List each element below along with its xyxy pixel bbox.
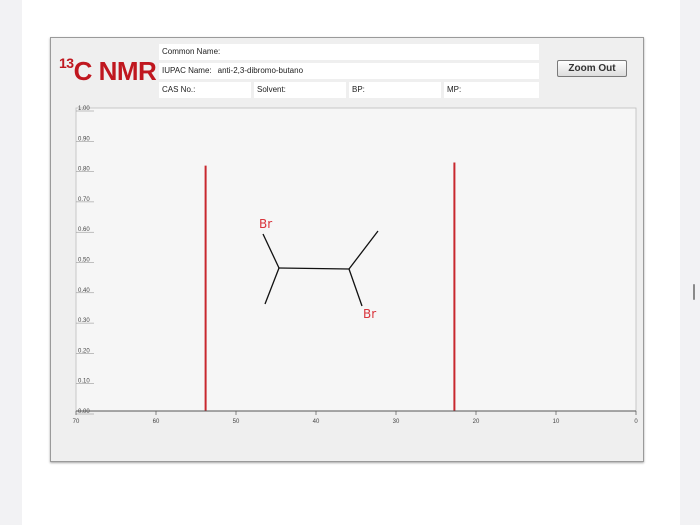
y-tick-label: 0.90 bbox=[78, 136, 90, 142]
y-tick-label: 1.00 bbox=[78, 106, 90, 112]
y-tick-label: 0.80 bbox=[78, 167, 90, 173]
y-tick-label: 0.30 bbox=[78, 318, 90, 324]
x-tick-label: 60 bbox=[153, 419, 160, 425]
x-tick-label: 10 bbox=[553, 419, 560, 425]
bromine-label-top: Br bbox=[259, 217, 272, 231]
y-tick-label: 0.60 bbox=[78, 227, 90, 233]
nmr-panel: 13C NMR Common Name: IUPAC Name: anti-2,3… bbox=[50, 37, 644, 462]
x-axis: 70 60 50 40 30 20 10 0 bbox=[73, 411, 638, 425]
y-tick-label: 0.10 bbox=[78, 379, 90, 385]
y-tick-label: 0.20 bbox=[78, 348, 90, 354]
x-tick-label: 20 bbox=[473, 419, 480, 425]
x-tick-label: 70 bbox=[73, 419, 80, 425]
spectrum-plot[interactable]: 1.00 0.90 0.80 0.70 0.60 0.50 0.40 0.30 0.20 0.10… bbox=[51, 38, 645, 463]
y-tick-label: 0.00 bbox=[78, 409, 90, 415]
scrollbar-thumb[interactable] bbox=[693, 284, 695, 300]
x-tick-label: 0 bbox=[634, 419, 638, 425]
y-tick-label: 0.70 bbox=[78, 197, 90, 203]
x-tick-label: 40 bbox=[313, 419, 320, 425]
y-tick-label: 0.50 bbox=[78, 258, 90, 264]
bromine-label-bottom: Br bbox=[363, 307, 376, 321]
y-tick-label: 0.40 bbox=[78, 288, 90, 294]
x-tick-label: 50 bbox=[233, 419, 240, 425]
x-tick-label: 30 bbox=[393, 419, 400, 425]
